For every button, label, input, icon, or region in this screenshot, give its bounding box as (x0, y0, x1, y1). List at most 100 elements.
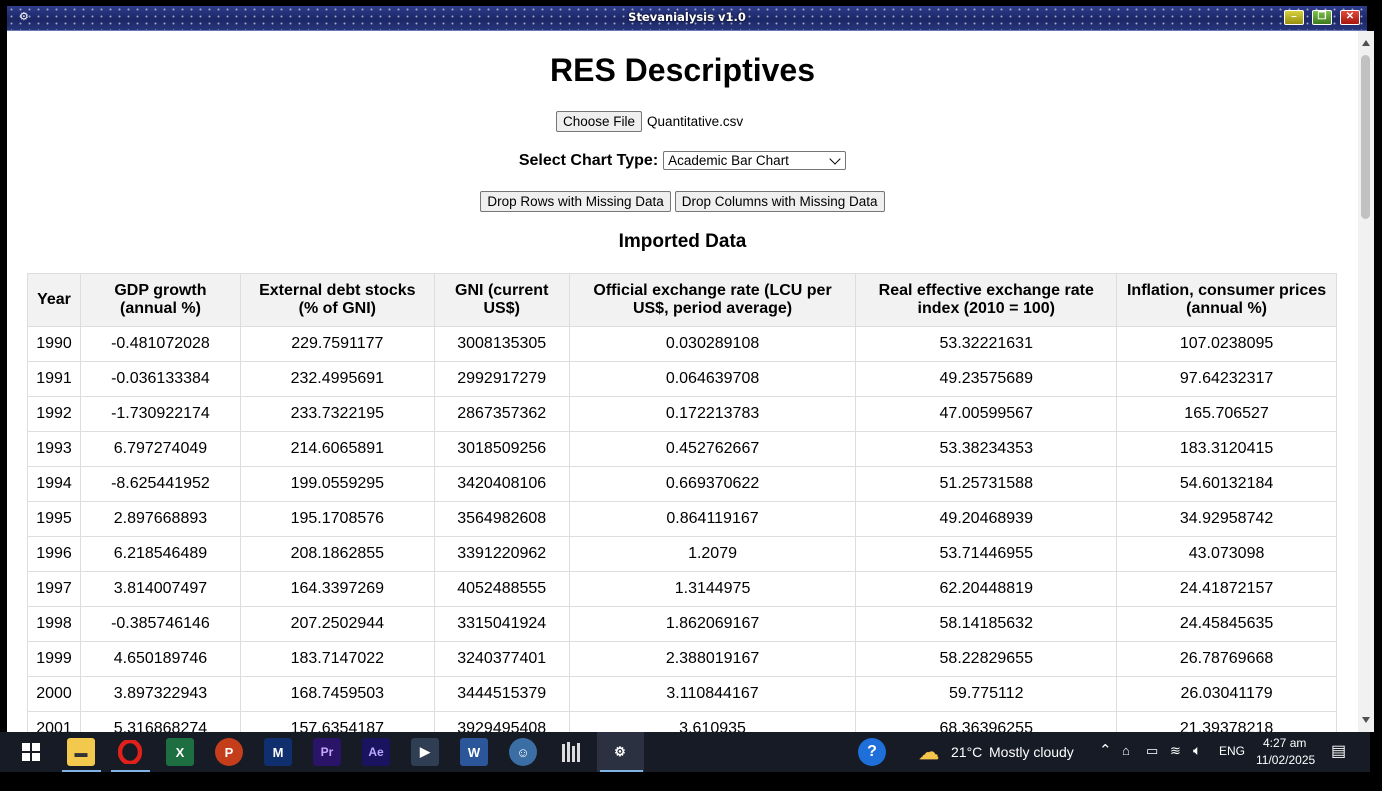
drop-columns-button[interactable]: Drop Columns with Missing Data (674, 191, 885, 212)
missing-data-actions: Drop Rows with Missing Data Drop Columns… (7, 191, 1358, 212)
wifi-icon[interactable]: ≋ (1170, 743, 1181, 759)
table-cell: 208.1862855 (239, 536, 435, 572)
restore-button[interactable]: ❐ (1312, 10, 1332, 25)
table-cell: 3.110844167 (568, 676, 857, 712)
table-cell: 233.7322195 (239, 396, 435, 432)
window-title: Stevanialysis v1.0 (628, 10, 746, 24)
table-cell: 195.1708576 (239, 501, 435, 537)
app-m-icon[interactable]: M (264, 738, 292, 766)
battery-icon[interactable]: ▭ (1146, 743, 1158, 759)
taskbar: ▬ X P M Pr Ae ▶ W ☺ ⚙ ? ☁ 21°C Mostly cl… (0, 732, 1370, 772)
column-header: GNI (current US$) (433, 273, 570, 327)
scroll-thumb[interactable] (1361, 55, 1370, 219)
stevanialysis-icon[interactable]: ⚙ (606, 738, 634, 766)
table-cell: 2867357362 (433, 396, 570, 432)
table-cell: 59.775112 (855, 676, 1118, 712)
table-cell: 2000 (27, 676, 81, 712)
table-cell: 107.0238095 (1116, 326, 1337, 362)
table-cell: 0.452762667 (568, 431, 857, 467)
table-cell: 47.00599567 (855, 396, 1118, 432)
table-cell: -0.481072028 (79, 326, 241, 362)
table-cell: 3564982608 (433, 501, 570, 537)
table-cell: 26.03041179 (1116, 676, 1337, 712)
file-explorer-icon[interactable]: ▬ (67, 738, 95, 766)
table-cell: 4.650189746 (79, 641, 241, 677)
table-cell: 62.20448819 (855, 571, 1118, 607)
chart-type-label: Select Chart Type: (518, 151, 659, 169)
table-row: 2001 5.316868274 157.6354187 3929495408 3.61… (27, 711, 1337, 732)
table-cell: 58.22829655 (855, 641, 1118, 677)
clock-time[interactable]: 4:27 am (1263, 736, 1306, 750)
close-icon: ✕ (1345, 11, 1355, 22)
weather-condition: Mostly cloudy (989, 744, 1074, 760)
language-indicator[interactable]: ENG (1219, 744, 1245, 758)
window-title-bar[interactable]: ⚙ Stevanialysis v1.0 – ❐ ✕ (7, 6, 1367, 31)
table-cell: -0.385746146 (79, 606, 241, 642)
table-row: 1991 -0.036133384 232.4995691 2992917279 0.0… (27, 361, 1337, 397)
screen-bottom-edge (0, 772, 1382, 791)
table-cell: 1993 (27, 431, 81, 467)
table-cell: 24.45845635 (1116, 606, 1337, 642)
column-header: GDP growth (annual %) (79, 273, 241, 327)
table-cell: 1995 (27, 501, 81, 537)
table-cell: 43.073098 (1116, 536, 1337, 572)
notification-icon[interactable]: ▤ (1331, 741, 1346, 761)
library-icon[interactable] (558, 738, 586, 766)
table-cell: 207.2502944 (239, 606, 435, 642)
column-header: Year (27, 273, 81, 327)
table-row: 1999 4.650189746 183.7147022 3240377401 2.38… (27, 641, 1337, 677)
app-store-icon[interactable]: ▶ (411, 738, 439, 766)
table-cell: 3391220962 (433, 536, 570, 572)
premiere-icon[interactable]: Pr (313, 738, 341, 766)
choose-file-button[interactable]: Choose File (556, 111, 643, 132)
game-icon[interactable]: ☺ (509, 738, 537, 766)
excel-icon[interactable]: X (166, 738, 194, 766)
close-button[interactable]: ✕ (1340, 10, 1360, 25)
weather-icon[interactable]: ☁ (915, 738, 943, 766)
table-header-row: Year GDP growth (annual %) External debt s… (27, 273, 1337, 327)
table-cell: 3240377401 (433, 641, 570, 677)
chart-type-select[interactable]: Academic Bar Chart (663, 151, 847, 170)
selected-file-name: Quantitative.csv (647, 114, 744, 129)
table-cell: 157.6354187 (239, 711, 435, 732)
tray-device-icon[interactable]: ⌂ (1122, 743, 1130, 758)
after-effects-icon[interactable]: Ae (362, 738, 390, 766)
table-cell: 5.316868274 (79, 711, 241, 732)
table-cell: 214.6065891 (239, 431, 435, 467)
scroll-up-arrow-icon[interactable] (1362, 40, 1370, 46)
table-cell: 3929495408 (433, 711, 570, 732)
start-icon[interactable] (17, 738, 45, 766)
powerpoint-icon[interactable]: P (215, 738, 243, 766)
volume-icon[interactable]: 🔈︎ (1193, 742, 1201, 759)
table-cell: 1.3144975 (568, 571, 857, 607)
clock-date[interactable]: 11/02/2025 (1256, 753, 1315, 767)
minimize-button[interactable]: – (1284, 10, 1304, 25)
table-cell: 1992 (27, 396, 81, 432)
table-cell: 34.92958742 (1116, 501, 1337, 537)
table-cell: 0.864119167 (568, 501, 857, 537)
table-row: 1990 -0.481072028 229.7591177 3008135305 0.0… (27, 326, 1337, 362)
table-cell: 26.78769668 (1116, 641, 1337, 677)
table-cell: 1990 (27, 326, 81, 362)
imported-data-table: Year GDP growth (annual %) External debt s… (27, 273, 1337, 732)
table-cell: 4052488555 (433, 571, 570, 607)
table-cell: 97.64232317 (1116, 361, 1337, 397)
help-icon[interactable]: ? (858, 738, 886, 766)
restore-icon: ❐ (1317, 11, 1327, 22)
page-title: RES Descriptives (549, 52, 815, 88)
drop-rows-button[interactable]: Drop Rows with Missing Data (480, 191, 671, 212)
chevron-up-icon[interactable]: ⌃ (1099, 741, 1112, 759)
table-cell: 165.706527 (1116, 396, 1337, 432)
imported-data-title: Imported Data (618, 231, 747, 252)
weather-temperature: 21°C (951, 744, 983, 760)
table-cell: 1996 (27, 536, 81, 572)
opera-icon[interactable] (116, 738, 144, 766)
scroll-down-arrow-icon[interactable] (1362, 717, 1370, 723)
table-cell: 53.71446955 (855, 536, 1118, 572)
word-icon[interactable]: W (460, 738, 488, 766)
table-cell: 3008135305 (433, 326, 570, 362)
vertical-scrollbar[interactable] (1358, 31, 1374, 732)
table-cell: 53.38234353 (855, 431, 1118, 467)
table-cell: 164.3397269 (239, 571, 435, 607)
table-cell: 0.030289108 (568, 326, 857, 362)
